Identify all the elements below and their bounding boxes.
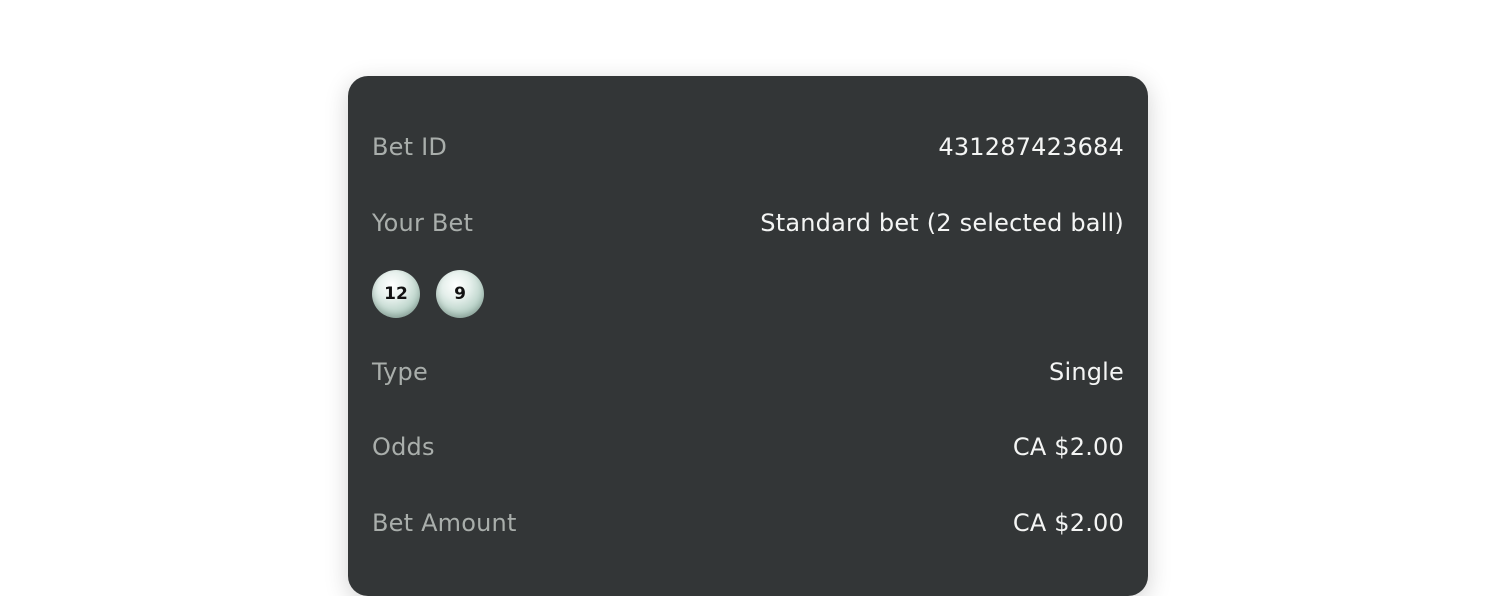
your-bet-value: Standard bet (2 selected ball) <box>760 209 1124 237</box>
bet-amount-row: Bet Amount CA $2.00 <box>372 505 1124 541</box>
type-row: Type Single <box>372 354 1124 390</box>
odds-label: Odds <box>372 433 435 461</box>
selected-balls: 12 9 <box>372 270 484 318</box>
bet-id-label: Bet ID <box>372 133 448 161</box>
your-bet-label: Your Bet <box>372 209 474 237</box>
odds-value: CA $2.00 <box>1012 433 1124 461</box>
type-value: Single <box>1049 358 1124 386</box>
bet-id-value: 431287423684 <box>938 133 1124 161</box>
your-bet-row: Your Bet Standard bet (2 selected ball) <box>372 205 1124 241</box>
type-label: Type <box>372 358 428 386</box>
ball-icon: 12 <box>372 270 420 318</box>
odds-row: Odds CA $2.00 <box>372 429 1124 465</box>
bet-amount-value: CA $2.00 <box>1012 509 1124 537</box>
bet-details-card: Bet ID 431287423684 Your Bet Standard be… <box>348 76 1148 596</box>
ball-icon: 9 <box>436 270 484 318</box>
bet-amount-label: Bet Amount <box>372 509 517 537</box>
bet-id-row: Bet ID 431287423684 <box>372 129 1124 165</box>
